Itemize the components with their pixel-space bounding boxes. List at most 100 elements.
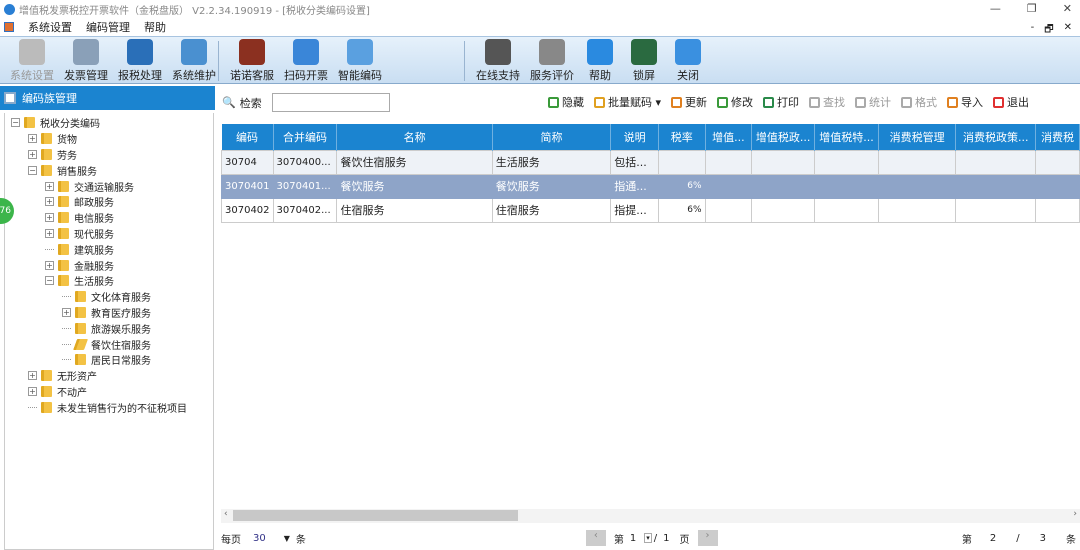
column-header[interactable]: 说明 <box>610 124 660 150</box>
column-header[interactable]: 增值税政... <box>751 124 816 150</box>
per-page-dropdown-icon[interactable]: ▼ <box>284 534 290 543</box>
column-header[interactable]: 消费税政策... <box>955 124 1037 150</box>
column-header[interactable]: 税率 <box>658 124 706 150</box>
page-number-input[interactable]: 1 <box>630 533 636 544</box>
expand-icon[interactable]: + <box>45 181 54 191</box>
collapse-icon[interactable]: − <box>11 118 20 128</box>
tree-node[interactable]: 居民日常服务 <box>5 352 213 368</box>
expand-icon[interactable]: + <box>28 386 37 396</box>
toolbar-button-right-4[interactable]: 关闭 <box>660 39 716 83</box>
action-label: 更新 <box>685 96 708 109</box>
column-header[interactable]: 编码 <box>221 124 274 150</box>
prev-page-button[interactable]: ‹ <box>585 530 606 546</box>
scroll-left-icon[interactable]: ‹ <box>224 509 228 519</box>
menu-help[interactable]: 帮助 <box>144 19 166 35</box>
table-cell <box>814 197 879 223</box>
toolbar-label: 系统设置 <box>10 69 54 82</box>
toolbar-right-2-icon <box>587 39 613 65</box>
folder-icon <box>41 385 52 397</box>
app-menu-icon[interactable] <box>4 22 14 32</box>
tree-node[interactable]: + 不动产 <box>5 384 213 400</box>
action-button-4[interactable]: 打印 <box>763 94 799 110</box>
tree-node[interactable]: + 金融服务 <box>5 257 213 273</box>
column-header[interactable]: 增值税特... <box>814 124 879 150</box>
tree-node[interactable]: 旅游娱乐服务 <box>5 320 213 336</box>
tree-node[interactable]: 餐饮住宿服务 <box>5 336 213 352</box>
expand-icon[interactable]: + <box>45 260 54 270</box>
column-header[interactable]: 名称 <box>336 124 493 150</box>
tree-node[interactable]: + 货物 <box>5 131 213 147</box>
tree-node[interactable]: + 交通运输服务 <box>5 178 213 194</box>
per-page-select[interactable]: 30 <box>253 533 266 544</box>
table-row[interactable]: 3070401 3070401... 餐饮服务 餐饮服务 指通... 6% <box>221 173 1080 199</box>
action-icon <box>993 96 1005 108</box>
tree-node[interactable]: + 无形资产 <box>5 368 213 384</box>
minimize-button[interactable]: — <box>990 2 1001 15</box>
toolbar-button-left-4[interactable]: 诺诺客服 <box>224 39 280 83</box>
expand-icon[interactable]: + <box>45 213 54 223</box>
expand-icon[interactable]: + <box>28 134 37 144</box>
action-button-9[interactable]: 退出 <box>993 94 1029 110</box>
sidebar-menu-icon[interactable] <box>4 92 16 104</box>
tree-node[interactable]: − 销售服务 <box>5 162 213 178</box>
total-pages: 1 <box>663 532 670 544</box>
tree-node[interactable]: − 生活服务 <box>5 273 213 289</box>
toolbar-button-left-3[interactable]: 系统维护 <box>166 39 222 83</box>
expand-icon[interactable]: + <box>28 371 37 381</box>
code-table: 编码 合并编码 名称 简称 说明 税率 增值... 增值税政... 增值税特... 消费税管理 消费… <box>221 124 1080 223</box>
action-button-3[interactable]: 修改 <box>717 94 753 110</box>
search-input[interactable] <box>271 93 390 112</box>
tree-node[interactable]: + 邮政服务 <box>5 194 213 210</box>
tree-node[interactable]: + 现代服务 <box>5 226 213 242</box>
tree-node[interactable]: + 教育医疗服务 <box>5 305 213 321</box>
action-button-5[interactable]: 查找 <box>809 94 845 110</box>
column-header[interactable]: 简称 <box>492 124 612 150</box>
toolbar-button-left-5[interactable]: 扫码开票 <box>278 39 334 83</box>
tree-node-label: 建筑服务 <box>74 245 114 257</box>
toolbar-separator <box>464 41 465 81</box>
next-page-button[interactable]: › <box>697 530 718 546</box>
toolbar-button-left-0[interactable]: 系统设置 <box>4 39 60 83</box>
toolbar-button-left-6[interactable]: 智能编码 <box>332 39 388 83</box>
maximize-button[interactable]: ❐ <box>1027 2 1037 15</box>
expand-icon[interactable]: + <box>28 149 37 159</box>
tree-node[interactable]: 建筑服务 <box>5 241 213 257</box>
column-header[interactable]: 消费税 <box>1035 124 1080 150</box>
menu-system-settings[interactable]: 系统设置 <box>28 19 72 35</box>
action-button-7[interactable]: 格式 <box>901 94 937 110</box>
column-header[interactable]: 增值... <box>705 124 753 150</box>
action-button-2[interactable]: 更新 <box>671 94 707 110</box>
scroll-right-icon[interactable]: › <box>1073 509 1077 519</box>
action-button-0[interactable]: 隐藏 <box>548 94 584 110</box>
folder-icon <box>41 401 52 413</box>
tree-node[interactable]: + 电信服务 <box>5 210 213 226</box>
table-row[interactable]: 3070402 3070402... 住宿服务 住宿服务 指提... 6% <box>221 197 1080 223</box>
table-cell <box>1035 197 1080 223</box>
page-dropdown-icon[interactable]: ▾ <box>644 533 652 543</box>
menu-code-management[interactable]: 编码管理 <box>86 19 130 35</box>
column-header[interactable]: 合并编码 <box>273 124 338 150</box>
table-row[interactable]: 30704 3070400... 餐饮住宿服务 生活服务 包括... <box>221 149 1080 175</box>
folder-icon <box>24 117 35 129</box>
column-header[interactable]: 消费税管理 <box>878 124 957 150</box>
toolbar-button-left-1[interactable]: 发票管理 <box>58 39 114 83</box>
collapse-icon[interactable]: − <box>45 276 54 286</box>
expand-icon[interactable]: + <box>45 197 54 207</box>
horizontal-scrollbar[interactable]: ‹ › <box>221 509 1080 523</box>
tree-line <box>62 327 71 329</box>
toolbar-button-right-0[interactable]: 在线支持 <box>470 39 526 83</box>
close-button[interactable]: ✕ <box>1063 2 1072 15</box>
tree-node[interactable]: + 劳务 <box>5 147 213 163</box>
tree-node[interactable]: 未发生销售行为的不征税项目 <box>5 399 213 415</box>
tree-node-label: 邮政服务 <box>74 198 114 210</box>
action-button-6[interactable]: 统计 <box>855 94 891 110</box>
action-button-1[interactable]: 批量赋码 ▾ <box>594 94 661 110</box>
tree-node[interactable]: 文化体育服务 <box>5 289 213 305</box>
expand-icon[interactable]: + <box>62 307 71 317</box>
expand-icon[interactable]: + <box>45 228 54 238</box>
action-button-8[interactable]: 导入 <box>947 94 983 110</box>
scrollbar-thumb[interactable] <box>233 510 518 521</box>
tree-node[interactable]: − 税收分类编码 <box>5 115 213 131</box>
collapse-icon[interactable]: − <box>28 165 37 175</box>
toolbar-button-left-2[interactable]: 报税处理 <box>112 39 168 83</box>
